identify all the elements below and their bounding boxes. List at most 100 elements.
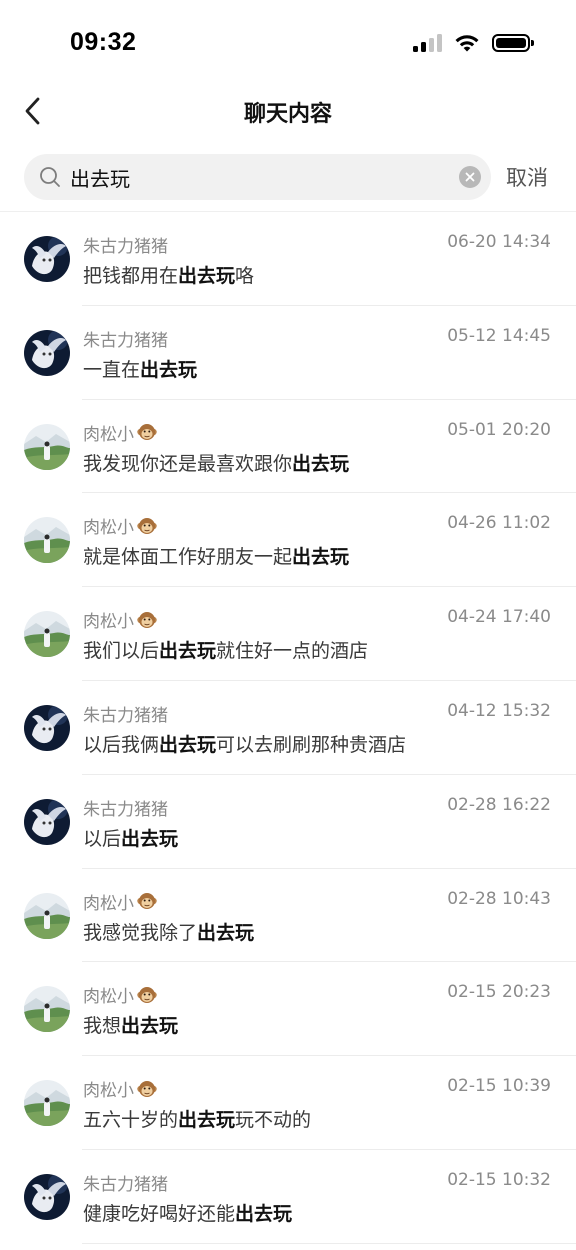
snippet-before: 我想	[83, 1015, 122, 1038]
list-item[interactable]: 朱古力猪猪 06-20 14:34 把钱都用在出去玩咯	[0, 212, 576, 306]
sender-label: 肉松小	[83, 424, 134, 445]
sender-label: 肉松小	[83, 1081, 134, 1102]
message-time: 04-24 17:40	[447, 607, 551, 628]
avatar	[24, 986, 70, 1033]
message-time: 02-15 20:23	[447, 982, 551, 1003]
avatar	[24, 798, 70, 845]
avatar	[24, 329, 70, 376]
monkey-icon	[136, 515, 158, 537]
avatar	[24, 236, 70, 282]
list-item[interactable]: 朱古力猪猪 02-28 16:22 以后出去玩	[0, 775, 576, 869]
snippet-match: 出去玩	[292, 546, 350, 569]
sender-label: 朱古力猪猪	[83, 237, 168, 257]
message-snippet: 把钱都用在出去玩咯	[83, 261, 254, 288]
message-time: 02-28 10:43	[447, 888, 551, 909]
monkey-icon	[136, 421, 158, 443]
nav-bar: 聊天内容	[0, 80, 576, 142]
sender-label: 朱古力猪猪	[83, 1174, 168, 1195]
snippet-before: 我感觉我除了	[83, 921, 198, 944]
status-time: 09:32	[70, 28, 137, 56]
snippet-after: 咯	[235, 265, 255, 287]
snippet-match: 出去玩	[121, 827, 179, 850]
message-time: 02-28 16:22	[447, 794, 551, 815]
search-results-list: 朱古力猪猪 06-20 14:34 把钱都用在出去玩咯 朱古力猪猪 05-12 14:4…	[0, 212, 576, 1244]
sender-name: 朱古力猪猪	[83, 795, 168, 820]
avatar	[24, 423, 70, 470]
snippet-before: 我们以后	[83, 640, 160, 663]
message-time: 05-12 14:45	[447, 325, 551, 346]
monkey-icon	[136, 984, 158, 1006]
list-item[interactable]: 肉松小 04-26 11:02 就是体面工作好朋友一起出去玩	[0, 493, 576, 588]
snippet-after: 就住好一点的酒店	[216, 640, 369, 663]
page-title: 聊天内容	[243, 102, 332, 127]
close-icon	[465, 172, 475, 182]
search-input[interactable]	[70, 154, 450, 200]
sender-name: 朱古力猪猪	[83, 326, 168, 351]
sender-name: 朱古力猪猪	[83, 701, 168, 726]
sender-name: 肉松小	[83, 1076, 158, 1101]
snippet-before: 五六十岁的	[83, 1109, 179, 1132]
list-item[interactable]: 肉松小 02-28 10:43 我感觉我除了出去玩	[0, 869, 576, 963]
monkey-icon	[136, 609, 158, 631]
sender-label: 肉松小	[83, 518, 134, 539]
snippet-before: 健康吃好喝好还能	[83, 1202, 236, 1225]
sender-name: 朱古力猪猪	[83, 1170, 168, 1195]
snippet-before: 我发现你还是最喜欢跟你	[83, 452, 293, 475]
search-icon	[40, 167, 60, 187]
divider	[82, 1242, 576, 1244]
monkey-icon	[136, 890, 158, 912]
sender-label: 肉松小	[83, 612, 134, 633]
snippet-match: 出去玩	[235, 1202, 293, 1225]
sender-label: 肉松小	[83, 893, 134, 914]
message-time: 06-20 14:34	[447, 232, 551, 252]
message-time: 04-26 11:02	[447, 513, 551, 534]
search-row: 取消	[0, 154, 576, 200]
sender-name: 肉松小	[83, 420, 158, 445]
cancel-button[interactable]: 取消	[506, 162, 548, 192]
sender-name: 肉松小	[83, 513, 158, 538]
sender-label: 朱古力猪猪	[83, 705, 168, 726]
clear-icon[interactable]	[459, 166, 481, 188]
message-snippet: 就是体面工作好朋友一起出去玩	[83, 542, 349, 569]
snippet-match: 出去玩	[159, 733, 217, 756]
snippet-match: 出去玩	[292, 452, 350, 475]
list-item[interactable]: 肉松小 02-15 20:23 我想出去玩	[0, 962, 576, 1057]
list-item[interactable]: 肉松小 04-24 17:40 我们以后出去玩就住好一点的酒店	[0, 587, 576, 681]
list-item[interactable]: 肉松小 05-01 20:20 我发现你还是最喜欢跟你出去玩	[0, 400, 576, 494]
message-time: 04-12 15:32	[447, 700, 551, 721]
snippet-match: 出去玩	[159, 640, 217, 663]
message-snippet: 一直在出去玩	[83, 355, 197, 382]
message-snippet: 我想出去玩	[83, 1011, 178, 1038]
message-time: 05-01 20:20	[447, 419, 551, 440]
snippet-after: 可以去刷刷那种贵酒店	[216, 733, 407, 756]
message-snippet: 五六十岁的出去玩玩不动的	[83, 1105, 311, 1132]
snippet-match: 出去玩	[140, 358, 198, 381]
wifi-icon	[455, 35, 479, 52]
snippet-match: 出去玩	[178, 265, 236, 287]
message-snippet: 我发现你还是最喜欢跟你出去玩	[83, 449, 349, 476]
message-snippet: 以后出去玩	[83, 824, 178, 851]
snippet-match: 出去玩	[121, 1015, 179, 1038]
snippet-match: 出去玩	[197, 921, 255, 944]
list-item[interactable]: 朱古力猪猪 02-15 10:32 健康吃好喝好还能出去玩	[0, 1150, 576, 1244]
sender-label: 朱古力猪猪	[83, 799, 168, 820]
list-item[interactable]: 朱古力猪猪 05-12 14:45 一直在出去玩	[0, 306, 576, 400]
snippet-before: 把钱都用在	[83, 265, 179, 287]
sender-name: 肉松小	[83, 982, 158, 1007]
message-snippet: 以后我俩出去玩可以去刷刷那种贵酒店	[83, 730, 406, 757]
message-snippet: 我们以后出去玩就住好一点的酒店	[83, 636, 368, 663]
monkey-icon	[136, 1078, 158, 1100]
message-time: 02-15 10:32	[447, 1169, 551, 1190]
cellular-signal-icon	[413, 34, 442, 52]
message-snippet: 健康吃好喝好还能出去玩	[83, 1199, 292, 1226]
search-box[interactable]	[24, 154, 491, 200]
list-item[interactable]: 肉松小 02-15 10:39 五六十岁的出去玩玩不动的	[0, 1056, 576, 1150]
battery-icon	[492, 34, 534, 52]
snippet-before: 就是体面工作好朋友一起	[83, 546, 293, 569]
sender-name: 朱古力猪猪	[83, 232, 168, 257]
avatar	[24, 1080, 70, 1127]
sender-name: 肉松小	[83, 607, 158, 632]
avatar	[24, 1173, 70, 1220]
snippet-before: 以后我俩	[83, 733, 160, 756]
list-item[interactable]: 朱古力猪猪 04-12 15:32 以后我俩出去玩可以去刷刷那种贵酒店	[0, 681, 576, 775]
